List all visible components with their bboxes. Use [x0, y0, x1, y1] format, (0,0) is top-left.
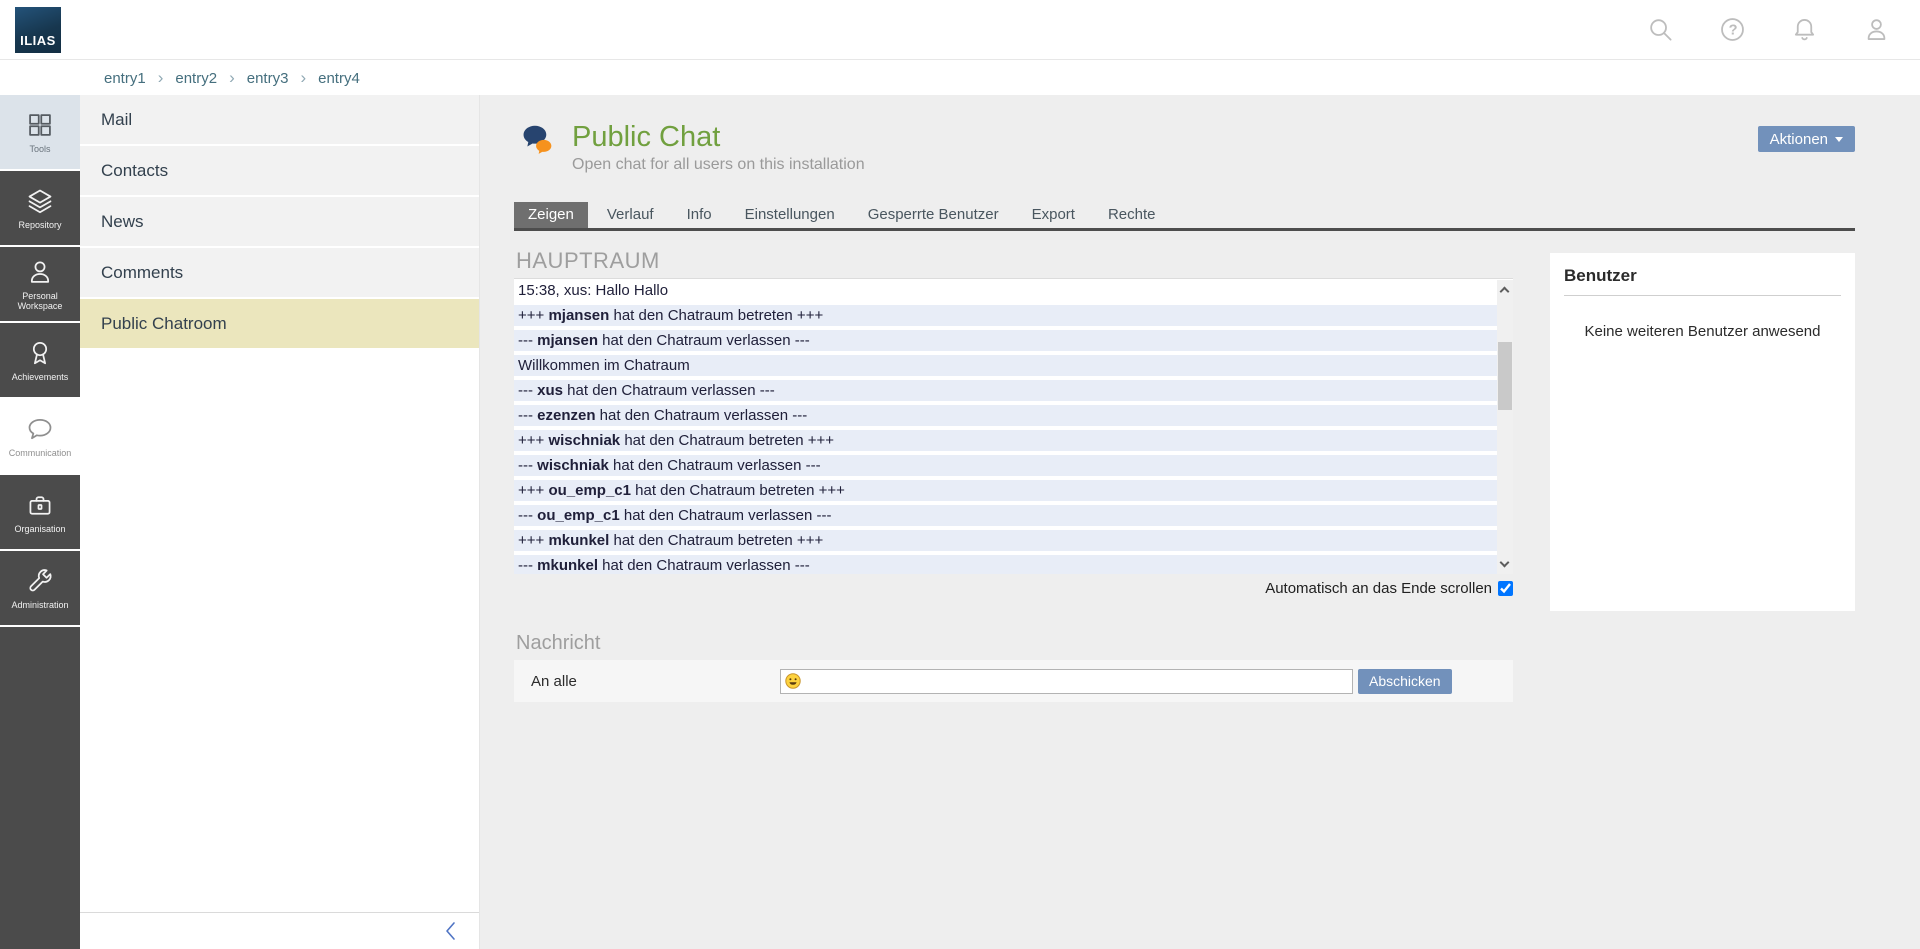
message-input[interactable] [780, 669, 1353, 694]
tab-export[interactable]: Export [1018, 202, 1089, 228]
breadcrumb-entry2[interactable]: entry2 [175, 70, 217, 87]
breadcrumb: entry1 › entry2 › entry3 › entry4 [0, 61, 1920, 95]
tab-info[interactable]: Info [673, 202, 726, 228]
nav-item-organisation[interactable]: Organisation [0, 475, 80, 549]
chat-message: 15:38, xus: Hallo Hallo [514, 280, 1497, 301]
slate-item-news[interactable]: News [80, 197, 479, 246]
message-section-heading: Nachricht [516, 632, 600, 655]
svg-text:?: ? [1729, 23, 1738, 39]
chat-message: --- mkunkel hat den Chatraum verlassen -… [514, 555, 1497, 574]
page-header: Public Chat Open chat for all users on t… [519, 121, 865, 174]
layers-icon [26, 187, 54, 215]
briefcase-icon [26, 491, 54, 519]
breadcrumb-separator-icon: › [158, 68, 164, 88]
chat-message: +++ mjansen hat den Chatraum betreten ++… [514, 305, 1497, 326]
slate-item-mail[interactable]: Mail [80, 95, 479, 144]
ilias-app: ILIAS ? entry1 › entry2 › entry3 › entry… [0, 0, 1920, 949]
breadcrumb-entry1[interactable]: entry1 [104, 70, 146, 87]
tab-gesperrte-benutzer[interactable]: Gesperrte Benutzer [854, 202, 1013, 228]
breadcrumb-separator-icon: › [300, 68, 306, 88]
autoscroll-checkbox[interactable] [1498, 581, 1513, 596]
slate-item-comments[interactable]: Comments [80, 248, 479, 297]
users-panel-divider [1564, 295, 1841, 296]
top-bar-actions: ? [1647, 16, 1890, 43]
actions-button[interactable]: Aktionen [1758, 126, 1855, 152]
breadcrumb-separator-icon: › [229, 68, 235, 88]
main-nav-bar: Tools Repository Personal Workspace Achi… [0, 95, 80, 949]
chat-message: +++ mkunkel hat den Chatraum betreten ++… [514, 530, 1497, 551]
content-area: Public Chat Open chat for all users on t… [480, 95, 1920, 949]
chat-message: --- mjansen hat den Chatraum verlassen -… [514, 330, 1497, 351]
chat-message: +++ ou_emp_c1 hat den Chatraum betreten … [514, 480, 1497, 501]
nav-filler [0, 627, 80, 949]
nav-item-personal-workspace[interactable]: Personal Workspace [0, 247, 80, 321]
page-header-text: Public Chat Open chat for all users on t… [572, 121, 865, 174]
breadcrumb-entry3[interactable]: entry3 [247, 70, 289, 87]
tab-verlauf[interactable]: Verlauf [593, 202, 668, 228]
ilias-logo[interactable]: ILIAS [15, 7, 61, 53]
chat-message: +++ wischniak hat den Chatraum betreten … [514, 430, 1497, 451]
top-bar: ILIAS ? [0, 0, 1920, 60]
nav-item-communication[interactable]: Communication [0, 399, 80, 473]
chatroom-title: HAUPTRAUM [516, 248, 660, 274]
chat-message-list: 15:38, xus: Hallo Hallo +++ mjansen hat … [514, 278, 1513, 574]
tab-bar: Zeigen Verlauf Info Einstellungen Gesper… [514, 202, 1174, 228]
chat-scroll-region[interactable]: 15:38, xus: Hallo Hallo +++ mjansen hat … [514, 280, 1497, 574]
communication-slate: Mail Contacts News Comments Public Chatr… [80, 95, 480, 949]
tab-underline [514, 228, 1855, 231]
search-icon[interactable] [1647, 16, 1674, 43]
chat-bubble-icon [26, 415, 54, 443]
autoscroll-row: Automatisch an das Ende scrollen [514, 580, 1513, 597]
nav-item-repository[interactable]: Repository [0, 171, 80, 245]
tab-zeigen[interactable]: Zeigen [514, 202, 588, 228]
page-title: Public Chat [572, 121, 865, 153]
user-icon[interactable] [1863, 16, 1890, 43]
caret-down-icon [1835, 137, 1843, 142]
scrollbar-thumb[interactable] [1498, 342, 1512, 410]
tab-einstellungen[interactable]: Einstellungen [731, 202, 849, 228]
breadcrumb-entry4[interactable]: entry4 [318, 70, 360, 87]
message-form: An alle Abschicken [514, 660, 1513, 702]
ilias-logo-text: ILIAS [20, 33, 56, 48]
users-panel-title: Benutzer [1550, 253, 1855, 295]
chat-message: --- ezenzen hat den Chatraum verlassen -… [514, 405, 1497, 426]
slate-item-public-chatroom[interactable]: Public Chatroom [80, 299, 479, 348]
send-button[interactable]: Abschicken [1358, 669, 1452, 694]
scroll-down-icon[interactable] [1500, 558, 1510, 568]
autoscroll-label: Automatisch an das Ende scrollen [1265, 580, 1492, 597]
chat-message: --- xus hat den Chatraum verlassen --- [514, 380, 1497, 401]
person-icon [26, 258, 54, 286]
recipient-label: An alle [514, 673, 780, 690]
help-icon[interactable]: ? [1719, 16, 1746, 43]
slate-item-contacts[interactable]: Contacts [80, 146, 479, 195]
chat-message: --- wischniak hat den Chatraum verlassen… [514, 455, 1497, 476]
chat-scrollbar[interactable] [1497, 280, 1513, 574]
message-input-wrap [780, 669, 1353, 694]
nav-item-administration[interactable]: Administration [0, 551, 80, 625]
slate-footer [80, 912, 479, 949]
nav-item-achievements[interactable]: Achievements [0, 323, 80, 397]
collapse-slate-icon[interactable] [441, 920, 461, 942]
chat-message: --- ou_emp_c1 hat den Chatraum verlassen… [514, 505, 1497, 526]
notifications-icon[interactable] [1791, 16, 1818, 43]
grid-icon [26, 111, 54, 139]
scroll-up-icon[interactable] [1500, 287, 1510, 297]
smiley-icon[interactable] [785, 673, 801, 689]
wrench-icon [26, 567, 54, 595]
page-subtitle: Open chat for all users on this installa… [572, 156, 865, 174]
tab-rechte[interactable]: Rechte [1094, 202, 1170, 228]
users-empty-text: Keine weiteren Benutzer anwesend [1550, 323, 1855, 340]
users-panel: Benutzer Keine weiteren Benutzer anwesen… [1550, 253, 1855, 611]
public-chat-icon [519, 123, 559, 163]
nav-item-tools[interactable]: Tools [0, 95, 80, 169]
slate-items: Mail Contacts News Comments Public Chatr… [80, 95, 479, 912]
award-icon [26, 339, 54, 367]
chat-message: Willkommen im Chatraum [514, 355, 1497, 376]
